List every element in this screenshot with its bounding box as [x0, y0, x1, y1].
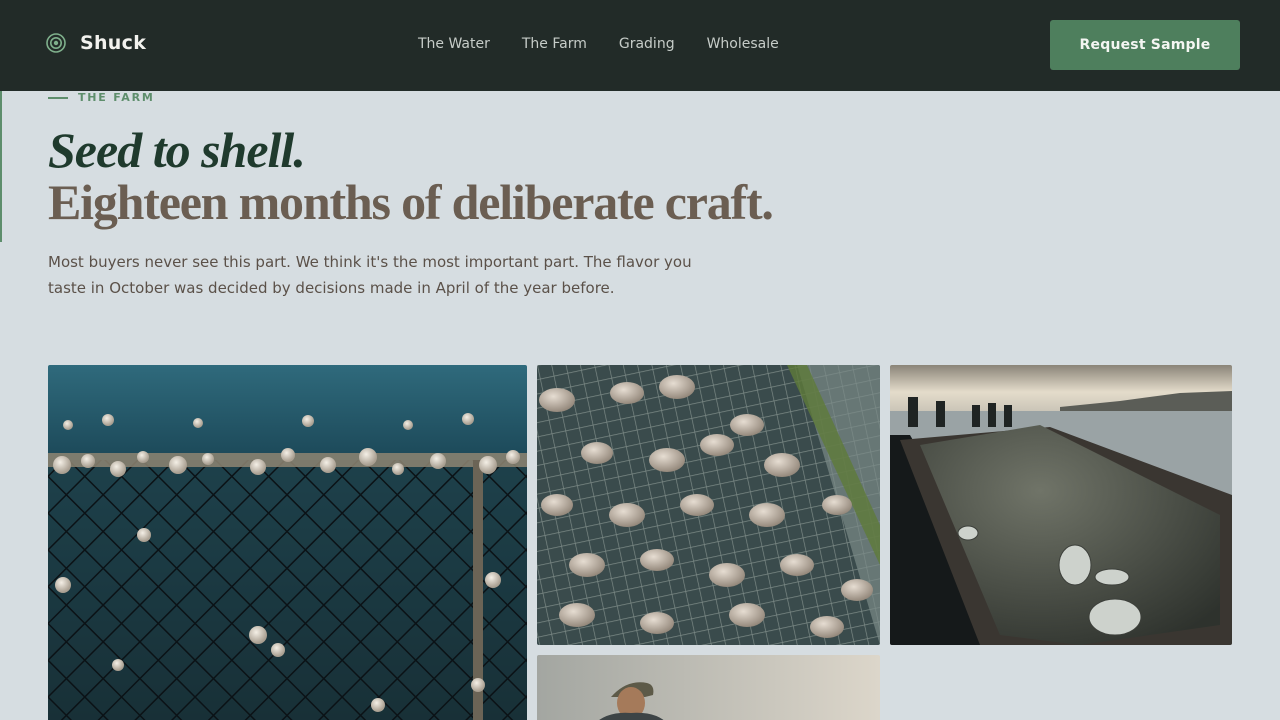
nav-link-the-water[interactable]: The Water: [418, 36, 490, 52]
brand-home-link[interactable]: Shuck: [45, 32, 146, 54]
site-header: Shuck The Water The Farm Grading Wholesa…: [0, 0, 1280, 91]
target-ring-icon: [46, 33, 66, 53]
main-nav: The Water The Farm Grading Wholesale: [418, 36, 779, 52]
photo-harvest-dock: [890, 365, 1232, 645]
intro-paragraph: Most buyers never see this part. We thin…: [48, 253, 692, 297]
headline-line-2: Eighteen months of deliberate craft.: [48, 174, 774, 230]
nav-link-grading[interactable]: Grading: [619, 36, 675, 52]
photo-farmer-portrait: [537, 655, 880, 720]
brand-name: Shuck: [80, 32, 147, 54]
section-eyebrow: THE FARM: [48, 91, 155, 104]
request-sample-button[interactable]: Request Sample: [1050, 20, 1240, 70]
nav-link-wholesale[interactable]: Wholesale: [707, 36, 779, 52]
eyebrow-label: THE FARM: [78, 91, 155, 104]
page-headline: Seed to shell. Eighteen months of delibe…: [48, 122, 774, 230]
nav-link-the-farm[interactable]: The Farm: [522, 36, 587, 52]
eyebrow-rule: [48, 96, 68, 99]
section-accent-bar: [0, 91, 2, 242]
photo-seed-tray: [537, 365, 880, 645]
headline-line-1: Seed to shell.: [48, 122, 306, 178]
photo-oyster-cage: [48, 365, 527, 720]
